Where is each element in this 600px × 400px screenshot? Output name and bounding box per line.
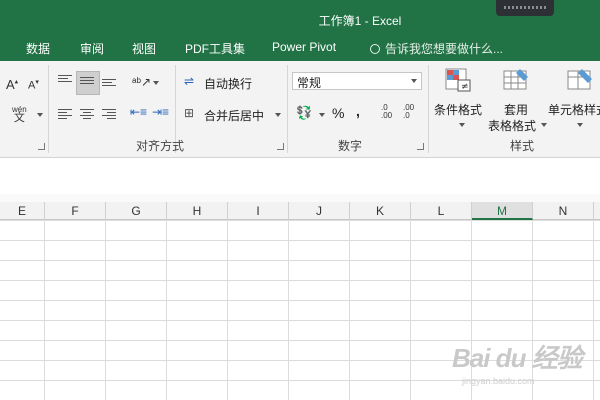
orientation-icon[interactable]: ᵃᵇ↗ <box>132 75 151 89</box>
grid-line <box>593 220 594 400</box>
tab-power-pivot[interactable]: Power Pivot <box>272 40 336 54</box>
touch-mode-widget[interactable] <box>496 0 554 16</box>
decrease-indent-icon[interactable]: ⇤≡ <box>130 105 147 119</box>
shrink-font-button[interactable]: A▾ <box>28 78 39 92</box>
sheet-gap <box>0 194 600 202</box>
column-header[interactable]: I <box>228 202 289 220</box>
title-bar: 工作簿1 - Excel <box>0 0 600 36</box>
column-header[interactable]: G <box>106 202 167 220</box>
increase-indent-icon[interactable]: ⇥≡ <box>152 105 169 119</box>
orientation-dropdown-icon[interactable] <box>153 81 159 85</box>
conditional-format-dropdown-icon[interactable] <box>459 123 465 127</box>
alignment-dialog-launcher-icon[interactable] <box>277 143 284 150</box>
grow-font-label: A <box>6 77 15 92</box>
comma-style-button[interactable]: , <box>356 103 360 119</box>
column-header[interactable]: J <box>289 202 350 220</box>
baidu-watermark-url: jingyan.baidu.com <box>462 376 535 386</box>
wrap-text-icon: ⇌ <box>184 74 195 88</box>
alignment-group-label: 对齐方式 <box>136 139 185 153</box>
tab-data[interactable]: 数据 <box>26 40 50 57</box>
grid-line <box>288 220 289 400</box>
baidu-watermark: Bai du 经验 <box>452 343 583 373</box>
formula-bar[interactable] <box>0 158 600 195</box>
conditional-format-button[interactable]: 条件格式 <box>434 101 482 118</box>
grid-line <box>44 220 45 400</box>
group-separator <box>428 65 429 153</box>
column-header[interactable]: E <box>0 202 45 220</box>
wrap-text-button[interactable]: 自动换行 <box>204 75 252 92</box>
merge-center-button[interactable]: 合并后居中 <box>204 107 264 124</box>
tell-me-text: 告诉我您想要做什么... <box>385 42 504 56</box>
grid-line <box>410 220 411 400</box>
column-header[interactable]: H <box>167 202 228 220</box>
number-format-value: 常规 <box>297 76 322 90</box>
tell-me-search[interactable]: 告诉我您想要做什么... <box>370 40 503 57</box>
accounting-format-icon[interactable]: 💱 <box>296 105 312 121</box>
grid-line <box>349 220 350 400</box>
tab-pdf-tools[interactable]: PDF工具集 <box>185 40 245 57</box>
accounting-dropdown-icon[interactable] <box>319 113 325 117</box>
styles-group-label: 样式 <box>510 139 535 153</box>
phonetic-char: 文 <box>13 112 25 124</box>
format-as-table-button[interactable]: 表格格式 <box>488 117 536 134</box>
merge-center-icon: ⊞ <box>184 106 195 120</box>
font-dialog-launcher-icon[interactable] <box>38 143 45 150</box>
column-header[interactable]: L <box>411 202 472 220</box>
column-header-selected[interactable]: M <box>472 202 533 220</box>
tab-view[interactable]: 视图 <box>132 40 156 57</box>
number-format-select[interactable]: 常规 <box>292 72 422 90</box>
group-separator <box>48 65 49 153</box>
grid-line <box>105 220 106 400</box>
grid-line <box>227 220 228 400</box>
number-dialog-launcher-icon[interactable] <box>417 143 424 150</box>
format-as-table-dropdown-icon[interactable] <box>541 123 547 127</box>
align-right-icon[interactable] <box>102 109 116 121</box>
cell-styles-icon[interactable] <box>566 67 594 93</box>
tab-review[interactable]: 审阅 <box>80 40 104 57</box>
cell-styles-dropdown-icon[interactable] <box>577 123 583 127</box>
column-header[interactable]: K <box>350 202 411 220</box>
format-as-table-icon[interactable] <box>502 67 530 93</box>
align-bottom-icon[interactable] <box>102 75 116 87</box>
number-format-dropdown-icon <box>411 79 417 83</box>
lightbulb-icon <box>370 44 380 54</box>
column-headers: E F G H I J K L M N <box>0 202 600 220</box>
column-header[interactable]: N <box>533 202 594 220</box>
merge-dropdown-icon[interactable] <box>275 113 281 117</box>
format-as-table-line1[interactable]: 套用 <box>504 101 528 118</box>
phonetic-dropdown-icon[interactable] <box>37 113 43 117</box>
align-left-icon[interactable] <box>58 109 72 121</box>
align-center-icon[interactable] <box>80 109 94 121</box>
phonetic-button[interactable]: wén 文 <box>12 105 27 124</box>
conditional-format-icon[interactable]: ≠ <box>444 67 472 93</box>
column-header[interactable]: F <box>45 202 106 220</box>
ribbon: A▴ A▾ wén 文 ᵃᵇ↗ ⇤≡ ⇥≡ ⇌ 自动换行 ⊞ 合并后居中 对齐方… <box>0 61 600 158</box>
percent-style-button[interactable]: % <box>332 105 344 121</box>
grid-line <box>166 220 167 400</box>
align-top-icon[interactable] <box>58 75 72 87</box>
svg-text:≠: ≠ <box>461 82 469 92</box>
increase-decimal-button[interactable]: .0 .00 <box>381 104 399 120</box>
group-separator <box>287 65 288 153</box>
number-group-label: 数字 <box>338 139 363 153</box>
cell-styles-button[interactable]: 单元格样式 <box>548 101 600 118</box>
grow-font-button[interactable]: A▴ <box>6 77 18 92</box>
decrease-decimal-button[interactable]: .00 .0 <box>403 104 421 120</box>
align-middle-icon <box>80 77 94 89</box>
ribbon-tabs: 数据 审阅 视图 PDF工具集 Power Pivot 告诉我您想要做什么... <box>0 36 600 61</box>
